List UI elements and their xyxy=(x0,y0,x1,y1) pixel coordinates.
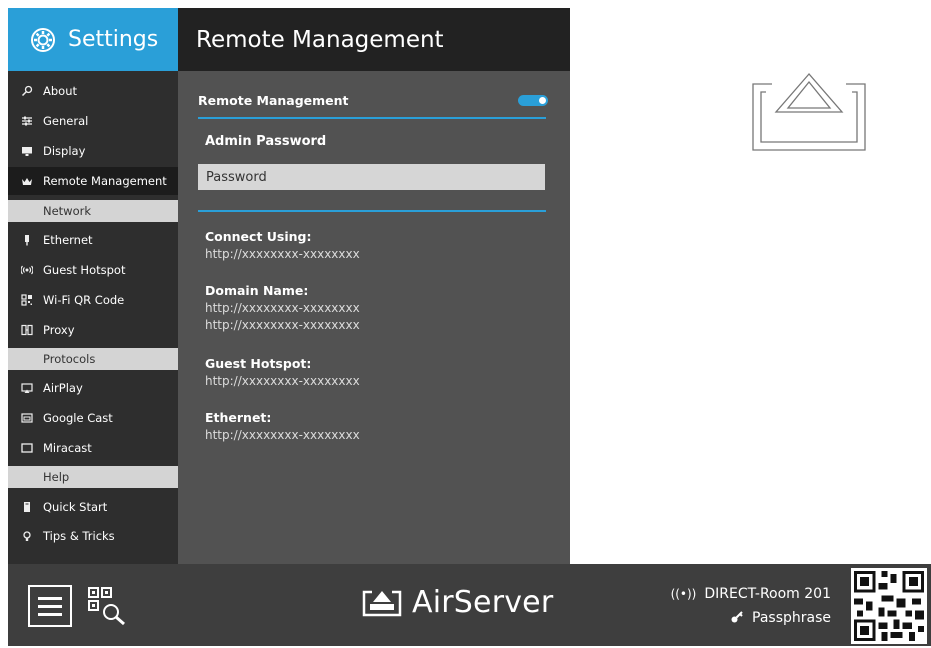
connect-using-label: Connect Using: xyxy=(205,229,312,244)
ethernet-icon xyxy=(20,233,34,247)
ethernet-label: Ethernet: xyxy=(205,410,272,425)
bulb-icon xyxy=(20,529,34,543)
sidebar-item-wifi-qr-code[interactable]: Wi-Fi QR Code xyxy=(8,286,178,314)
divider xyxy=(198,117,546,119)
sidebar-item-airplay[interactable]: AirPlay xyxy=(8,374,178,402)
sliders-icon xyxy=(20,114,34,128)
divider xyxy=(198,210,546,212)
guest-hotspot-label: Guest Hotspot: xyxy=(205,356,312,371)
about-icon xyxy=(20,84,34,98)
sidebar-item-label: Miracast xyxy=(43,441,92,455)
sidebar-item-tips-tricks[interactable]: Tips & Tricks xyxy=(8,522,178,550)
sidebar-item-label: Wi-Fi QR Code xyxy=(43,293,125,307)
sidebar-item-miracast[interactable]: Miracast xyxy=(8,434,178,462)
network-name: DIRECT-Room 201 xyxy=(704,586,831,602)
domain-name-label: Domain Name: xyxy=(205,283,309,298)
sidebar-item-guest-hotspot[interactable]: Guest Hotspot xyxy=(8,256,178,284)
sidebar-item-google-cast[interactable]: Google Cast xyxy=(8,404,178,432)
sidebar-item-label: AirPlay xyxy=(43,381,83,395)
sidebar-item-label: Google Cast xyxy=(43,411,113,425)
guest-hotspot-value: http://xxxxxxxx-xxxxxxxx xyxy=(205,374,360,388)
hotspot-icon: ((•)) xyxy=(670,587,697,601)
section-help: Help xyxy=(8,466,178,488)
qr-scan-button[interactable] xyxy=(86,586,128,626)
airplay-icon xyxy=(20,381,34,395)
sidebar: About General Display Remote Management … xyxy=(8,71,178,564)
brand-name: AirServer xyxy=(412,585,554,620)
key-icon xyxy=(730,610,744,627)
quickstart-icon xyxy=(20,500,34,514)
display-icon xyxy=(20,144,34,158)
sidebar-item-label: Tips & Tricks xyxy=(43,529,115,543)
section-network: Network xyxy=(8,200,178,222)
remote-management-label: Remote Management xyxy=(198,93,349,108)
page-title: Remote Management xyxy=(196,26,444,53)
sidebar-item-label: Quick Start xyxy=(43,500,108,514)
remote-management-row: Remote Management xyxy=(198,93,548,108)
admin-password-label: Admin Password xyxy=(205,134,327,149)
sidebar-item-display[interactable]: Display xyxy=(8,137,178,165)
proxy-icon xyxy=(20,323,34,337)
sidebar-item-about[interactable]: About xyxy=(8,77,178,105)
menu-icon xyxy=(38,613,62,616)
toggle-knob xyxy=(539,97,546,104)
sidebar-item-label: Display xyxy=(43,144,86,158)
sidebar-item-proxy[interactable]: Proxy xyxy=(8,316,178,344)
qr-code xyxy=(851,568,927,644)
airserver-logo: AirServer xyxy=(362,585,553,620)
sidebar-item-label: Remote Management xyxy=(43,174,167,188)
qr-icon xyxy=(20,293,34,307)
airplay-icon xyxy=(752,72,866,152)
airserver-logo-icon xyxy=(362,590,402,616)
crown-icon xyxy=(20,174,34,188)
sidebar-item-quick-start[interactable]: Quick Start xyxy=(8,493,178,521)
sidebar-item-label: General xyxy=(43,114,89,128)
miracast-icon xyxy=(20,441,34,455)
settings-header: Settings xyxy=(8,8,178,71)
gear-icon xyxy=(26,23,60,57)
remote-management-toggle[interactable] xyxy=(518,95,548,106)
sidebar-item-ethernet[interactable]: Ethernet xyxy=(8,226,178,254)
passphrase-label: Passphrase xyxy=(752,610,831,626)
content-header: Remote Management xyxy=(178,8,570,71)
section-protocols: Protocols xyxy=(8,348,178,370)
hotspot-icon xyxy=(20,263,34,277)
menu-icon xyxy=(38,605,62,608)
ethernet-value: http://xxxxxxxx-xxxxxxxx xyxy=(205,428,360,442)
cast-icon xyxy=(20,411,34,425)
settings-title: Settings xyxy=(68,27,159,52)
sidebar-item-general[interactable]: General xyxy=(8,107,178,135)
network-info: ((•)) DIRECT-Room 201 Passphrase xyxy=(671,582,831,630)
menu-button[interactable] xyxy=(28,585,72,627)
menu-icon xyxy=(38,597,62,600)
sidebar-item-label: About xyxy=(43,84,78,98)
admin-password-input[interactable] xyxy=(198,164,545,190)
connect-using-value: http://xxxxxxxx-xxxxxxxx xyxy=(205,247,360,261)
domain-name-value: http://xxxxxxxx-xxxxxxxx xyxy=(205,318,360,332)
qr-scan-icon xyxy=(88,587,125,626)
remote-management-panel: Remote Management Admin Password Connect… xyxy=(178,71,570,564)
domain-name-value: http://xxxxxxxx-xxxxxxxx xyxy=(205,301,360,315)
sidebar-item-remote-management[interactable]: Remote Management xyxy=(8,167,178,195)
sidebar-item-label: Guest Hotspot xyxy=(43,263,126,277)
sidebar-item-label: Proxy xyxy=(43,323,75,337)
sidebar-item-label: Ethernet xyxy=(43,233,93,247)
